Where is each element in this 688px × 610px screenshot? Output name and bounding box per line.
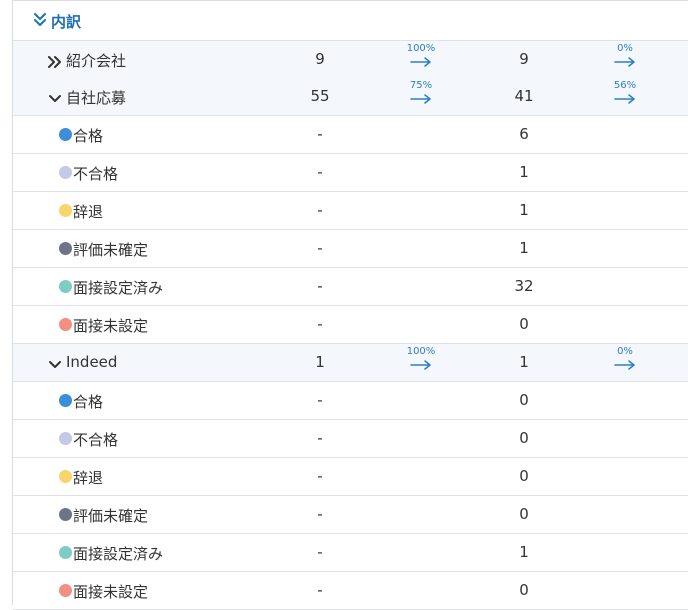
status-color-dot-icon xyxy=(59,128,72,141)
status-count-stage-2: 32 xyxy=(514,277,534,295)
status-row: 不合格 - 0 xyxy=(13,420,688,458)
count-stage-2: 9 xyxy=(519,50,529,68)
conversion-rate-1: 100% xyxy=(391,43,451,67)
status-count-stage-1: - xyxy=(317,467,323,485)
conversion-rate-2: 0% xyxy=(595,346,655,370)
status-count-stage-2: 0 xyxy=(519,467,529,485)
conversion-rate-2: 56% xyxy=(595,80,655,104)
status-count-stage-1: - xyxy=(317,277,323,295)
status-label: 評価未確定 xyxy=(73,507,149,525)
status-label: 辞退 xyxy=(73,469,104,487)
arrow-right-icon xyxy=(614,94,635,104)
status-count-stage-1: - xyxy=(317,239,323,257)
status-row: 合格 - 0 xyxy=(13,382,688,420)
conversion-rate-1: 75% xyxy=(391,80,451,104)
status-label: 評価未確定 xyxy=(73,241,149,259)
status-count-stage-1: - xyxy=(317,163,323,181)
group-row[interactable]: 紹介会社 9 100% 9 0% xyxy=(13,40,688,79)
group-label: Indeed xyxy=(66,353,118,371)
group-label: 自社応募 xyxy=(66,89,127,107)
arrow-right-icon xyxy=(410,360,431,370)
status-color-dot-icon xyxy=(59,280,72,293)
status-row: 面接未設定 - 0 xyxy=(13,306,688,344)
chevron-down-icon[interactable] xyxy=(48,90,62,109)
conversion-rate-label: 56% xyxy=(613,80,637,91)
status-color-dot-icon xyxy=(59,394,72,407)
status-count-stage-2: 1 xyxy=(519,239,529,257)
count-stage-2: 1 xyxy=(519,353,529,371)
status-count-stage-2: 0 xyxy=(519,429,529,447)
chevron-double-down-icon[interactable] xyxy=(33,12,47,32)
arrow-right-icon xyxy=(614,360,635,370)
status-count-stage-2: 1 xyxy=(519,163,529,181)
status-count-stage-1: - xyxy=(317,505,323,523)
status-count-stage-2: 0 xyxy=(519,391,529,409)
conversion-rate-label: 100% xyxy=(406,346,436,357)
status-color-dot-icon xyxy=(59,470,72,483)
status-count-stage-2: 1 xyxy=(519,543,529,561)
conversion-rate-label: 100% xyxy=(406,43,436,54)
status-color-dot-icon xyxy=(59,546,72,559)
conversion-rate-1: 100% xyxy=(391,346,451,370)
status-count-stage-1: - xyxy=(317,391,323,409)
status-count-stage-1: - xyxy=(317,201,323,219)
status-count-stage-2: 0 xyxy=(519,581,529,599)
group-label: 紹介会社 xyxy=(66,52,127,70)
status-count-stage-1: - xyxy=(317,315,323,333)
status-count-stage-2: 0 xyxy=(519,315,529,333)
arrow-right-icon xyxy=(410,94,431,104)
count-stage-2: 41 xyxy=(514,87,534,105)
status-label: 面接未設定 xyxy=(73,583,149,601)
status-label: 合格 xyxy=(73,393,104,411)
status-count-stage-1: - xyxy=(317,125,323,143)
chevron-down-icon[interactable] xyxy=(48,356,62,375)
status-color-dot-icon xyxy=(59,432,72,445)
status-count-stage-2: 1 xyxy=(519,201,529,219)
status-row: 面接未設定 - 0 xyxy=(13,572,688,610)
status-row: 面接設定済み - 32 xyxy=(13,268,688,306)
status-color-dot-icon xyxy=(59,204,72,217)
arrow-right-icon xyxy=(614,57,635,67)
breakdown-section-header[interactable]: 内訳 xyxy=(13,1,688,40)
status-row: 辞退 - 1 xyxy=(13,192,688,230)
status-label: 面接未設定 xyxy=(73,317,149,335)
conversion-rate-label: 0% xyxy=(617,43,633,54)
chevron-double-right-icon[interactable] xyxy=(48,53,62,72)
status-label: 不合格 xyxy=(73,431,119,449)
status-row: 合格 - 6 xyxy=(13,116,688,154)
status-label: 辞退 xyxy=(73,203,104,221)
status-row: 不合格 - 1 xyxy=(13,154,688,192)
count-stage-1: 55 xyxy=(310,87,330,105)
status-label: 不合格 xyxy=(73,165,119,183)
arrow-right-icon xyxy=(410,57,431,67)
group-row[interactable]: Indeed 1 100% 1 0% xyxy=(13,344,688,382)
status-color-dot-icon xyxy=(59,318,72,331)
group-row[interactable]: 自社応募 55 75% 41 56% xyxy=(13,78,688,116)
conversion-rate-2: 0% xyxy=(595,43,655,67)
status-count-stage-2: 0 xyxy=(519,505,529,523)
count-stage-1: 1 xyxy=(315,353,325,371)
status-row: 面接設定済み - 1 xyxy=(13,534,688,572)
status-color-dot-icon xyxy=(59,508,72,521)
status-row: 評価未確定 - 0 xyxy=(13,496,688,534)
section-title: 内訳 xyxy=(51,13,82,31)
status-color-dot-icon xyxy=(59,242,72,255)
status-color-dot-icon xyxy=(59,584,72,597)
status-count-stage-1: - xyxy=(317,543,323,561)
count-stage-1: 9 xyxy=(315,50,325,68)
status-color-dot-icon xyxy=(59,166,72,179)
status-count-stage-1: - xyxy=(317,581,323,599)
conversion-rate-label: 0% xyxy=(617,346,633,357)
status-row: 辞退 - 0 xyxy=(13,458,688,496)
status-count-stage-2: 6 xyxy=(519,125,529,143)
conversion-rate-label: 75% xyxy=(409,80,433,91)
status-count-stage-1: - xyxy=(317,429,323,447)
status-label: 面接設定済み xyxy=(73,279,164,297)
status-label: 面接設定済み xyxy=(73,545,164,563)
status-row: 評価未確定 - 1 xyxy=(13,230,688,268)
status-label: 合格 xyxy=(73,127,104,145)
